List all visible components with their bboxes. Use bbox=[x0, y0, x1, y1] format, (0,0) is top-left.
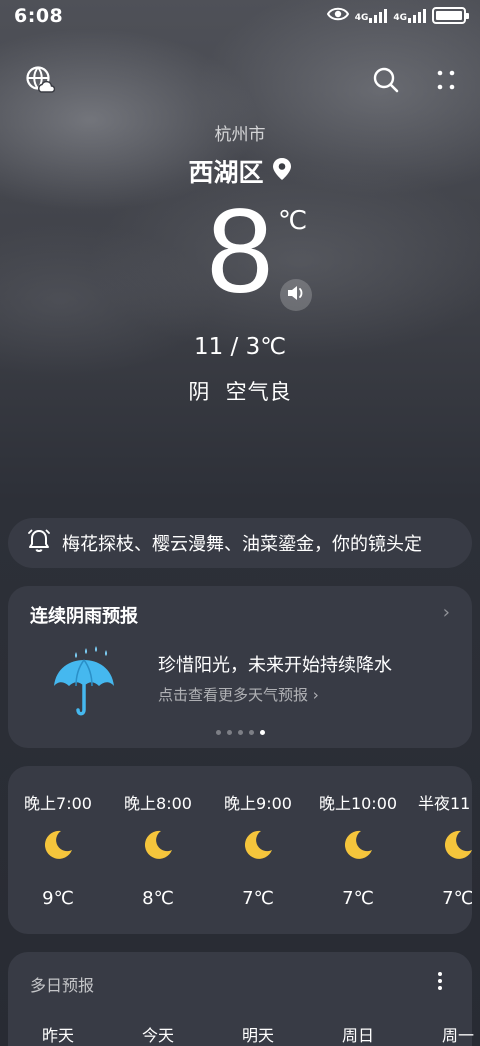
weather-condition: 阴 空气良 bbox=[188, 380, 292, 404]
rain-forecast-card[interactable]: 连续阴雨预报 › 珍惜阳光，未来开始持续降水 点击查看更多天气预报 › bbox=[8, 586, 472, 748]
hour-time: 晚上10:00 bbox=[318, 794, 398, 813]
day-label[interactable]: 今天 bbox=[108, 1022, 208, 1046]
city-name: 杭州市 bbox=[214, 125, 266, 145]
bell-icon bbox=[28, 528, 50, 559]
hourly-item[interactable]: 半夜11: 7℃ bbox=[408, 766, 472, 934]
page-dot bbox=[237, 730, 243, 735]
day-label[interactable]: 周日 bbox=[308, 1022, 408, 1046]
page-dot-active bbox=[259, 730, 265, 735]
day-label[interactable]: 周一 bbox=[408, 1022, 480, 1046]
temperature-unit: ℃ bbox=[278, 206, 308, 236]
eye-icon bbox=[326, 6, 349, 25]
chevron-right-icon: › bbox=[312, 686, 319, 704]
hour-temperature: 7℃ bbox=[442, 888, 472, 909]
more-forecast-text: 点击查看更多天气预报 bbox=[158, 686, 309, 704]
speaker-button[interactable] bbox=[280, 279, 312, 311]
rain-message: 珍惜阳光，未来开始持续降水 bbox=[158, 655, 392, 676]
multi-day-forecast-card[interactable]: 多日预报 昨天 今天 明天 周日 周一 bbox=[8, 952, 474, 1046]
hour-temperature: 9℃ bbox=[42, 888, 74, 909]
hour-temperature: 7℃ bbox=[342, 888, 374, 909]
hour-time: 晚上9:00 bbox=[224, 794, 292, 813]
carousel-indicator bbox=[8, 730, 472, 735]
current-temperature: 8 bbox=[206, 184, 274, 318]
hour-time: 晚上7:00 bbox=[24, 794, 92, 813]
moon-icon bbox=[441, 828, 472, 866]
hourly-item[interactable]: 晚上9:00 7℃ bbox=[208, 766, 308, 934]
page-dot bbox=[248, 730, 254, 735]
moon-icon bbox=[241, 828, 275, 866]
tip-text: 梅花探枝、樱云漫舞、油菜鎏金，你的镜头定 bbox=[62, 534, 422, 555]
hour-time: 半夜11: bbox=[418, 794, 472, 813]
rain-card-title: 连续阴雨预报 bbox=[30, 606, 138, 627]
globe-cloud-icon[interactable] bbox=[24, 64, 56, 96]
signal-icon-2: 4G bbox=[393, 8, 426, 23]
umbrella-icon bbox=[48, 644, 120, 724]
multi-day-title: 多日预报 bbox=[30, 976, 95, 995]
hourly-item[interactable]: 晚上10:00 7℃ bbox=[308, 766, 408, 934]
photo-tip-banner[interactable]: 梅花探枝、樱云漫舞、油菜鎏金，你的镜头定 bbox=[8, 518, 472, 568]
network-type-1: 4G bbox=[354, 12, 369, 23]
hour-temperature: 7℃ bbox=[242, 888, 274, 909]
hour-temperature: 8℃ bbox=[142, 888, 174, 909]
hourly-item[interactable]: 晚上7:00 9℃ bbox=[8, 766, 108, 934]
page-dot bbox=[215, 730, 221, 735]
day-label[interactable]: 昨天 bbox=[8, 1022, 108, 1046]
chevron-right-icon[interactable]: › bbox=[443, 602, 450, 623]
more-forecast-link[interactable]: 点击查看更多天气预报 › bbox=[158, 684, 319, 705]
hour-time: 晚上8:00 bbox=[124, 794, 192, 813]
search-icon[interactable] bbox=[370, 64, 402, 96]
temperature-range: 11 / 3℃ bbox=[193, 334, 287, 360]
speaker-icon bbox=[286, 284, 306, 306]
status-time: 6:08 bbox=[14, 5, 64, 27]
network-type-2: 4G bbox=[393, 12, 407, 23]
moon-icon bbox=[41, 828, 75, 866]
hourly-forecast-card[interactable]: 晚上7:00 9℃ 晚上8:00 8℃ 晚上9:00 7℃ 晚上10:00 7℃… bbox=[8, 766, 472, 934]
signal-icon-1: 4G bbox=[354, 8, 388, 23]
battery-icon bbox=[432, 7, 469, 24]
more-vertical-icon[interactable] bbox=[430, 64, 462, 96]
page-dot bbox=[226, 730, 232, 735]
location-pin-icon bbox=[272, 157, 292, 185]
more-vertical-icon[interactable] bbox=[436, 970, 444, 996]
status-icons: 4G 4G bbox=[326, 6, 469, 25]
moon-icon bbox=[341, 828, 375, 866]
moon-icon bbox=[141, 828, 175, 866]
hourly-item[interactable]: 晚上8:00 8℃ bbox=[108, 766, 208, 934]
day-label[interactable]: 明天 bbox=[208, 1022, 308, 1046]
